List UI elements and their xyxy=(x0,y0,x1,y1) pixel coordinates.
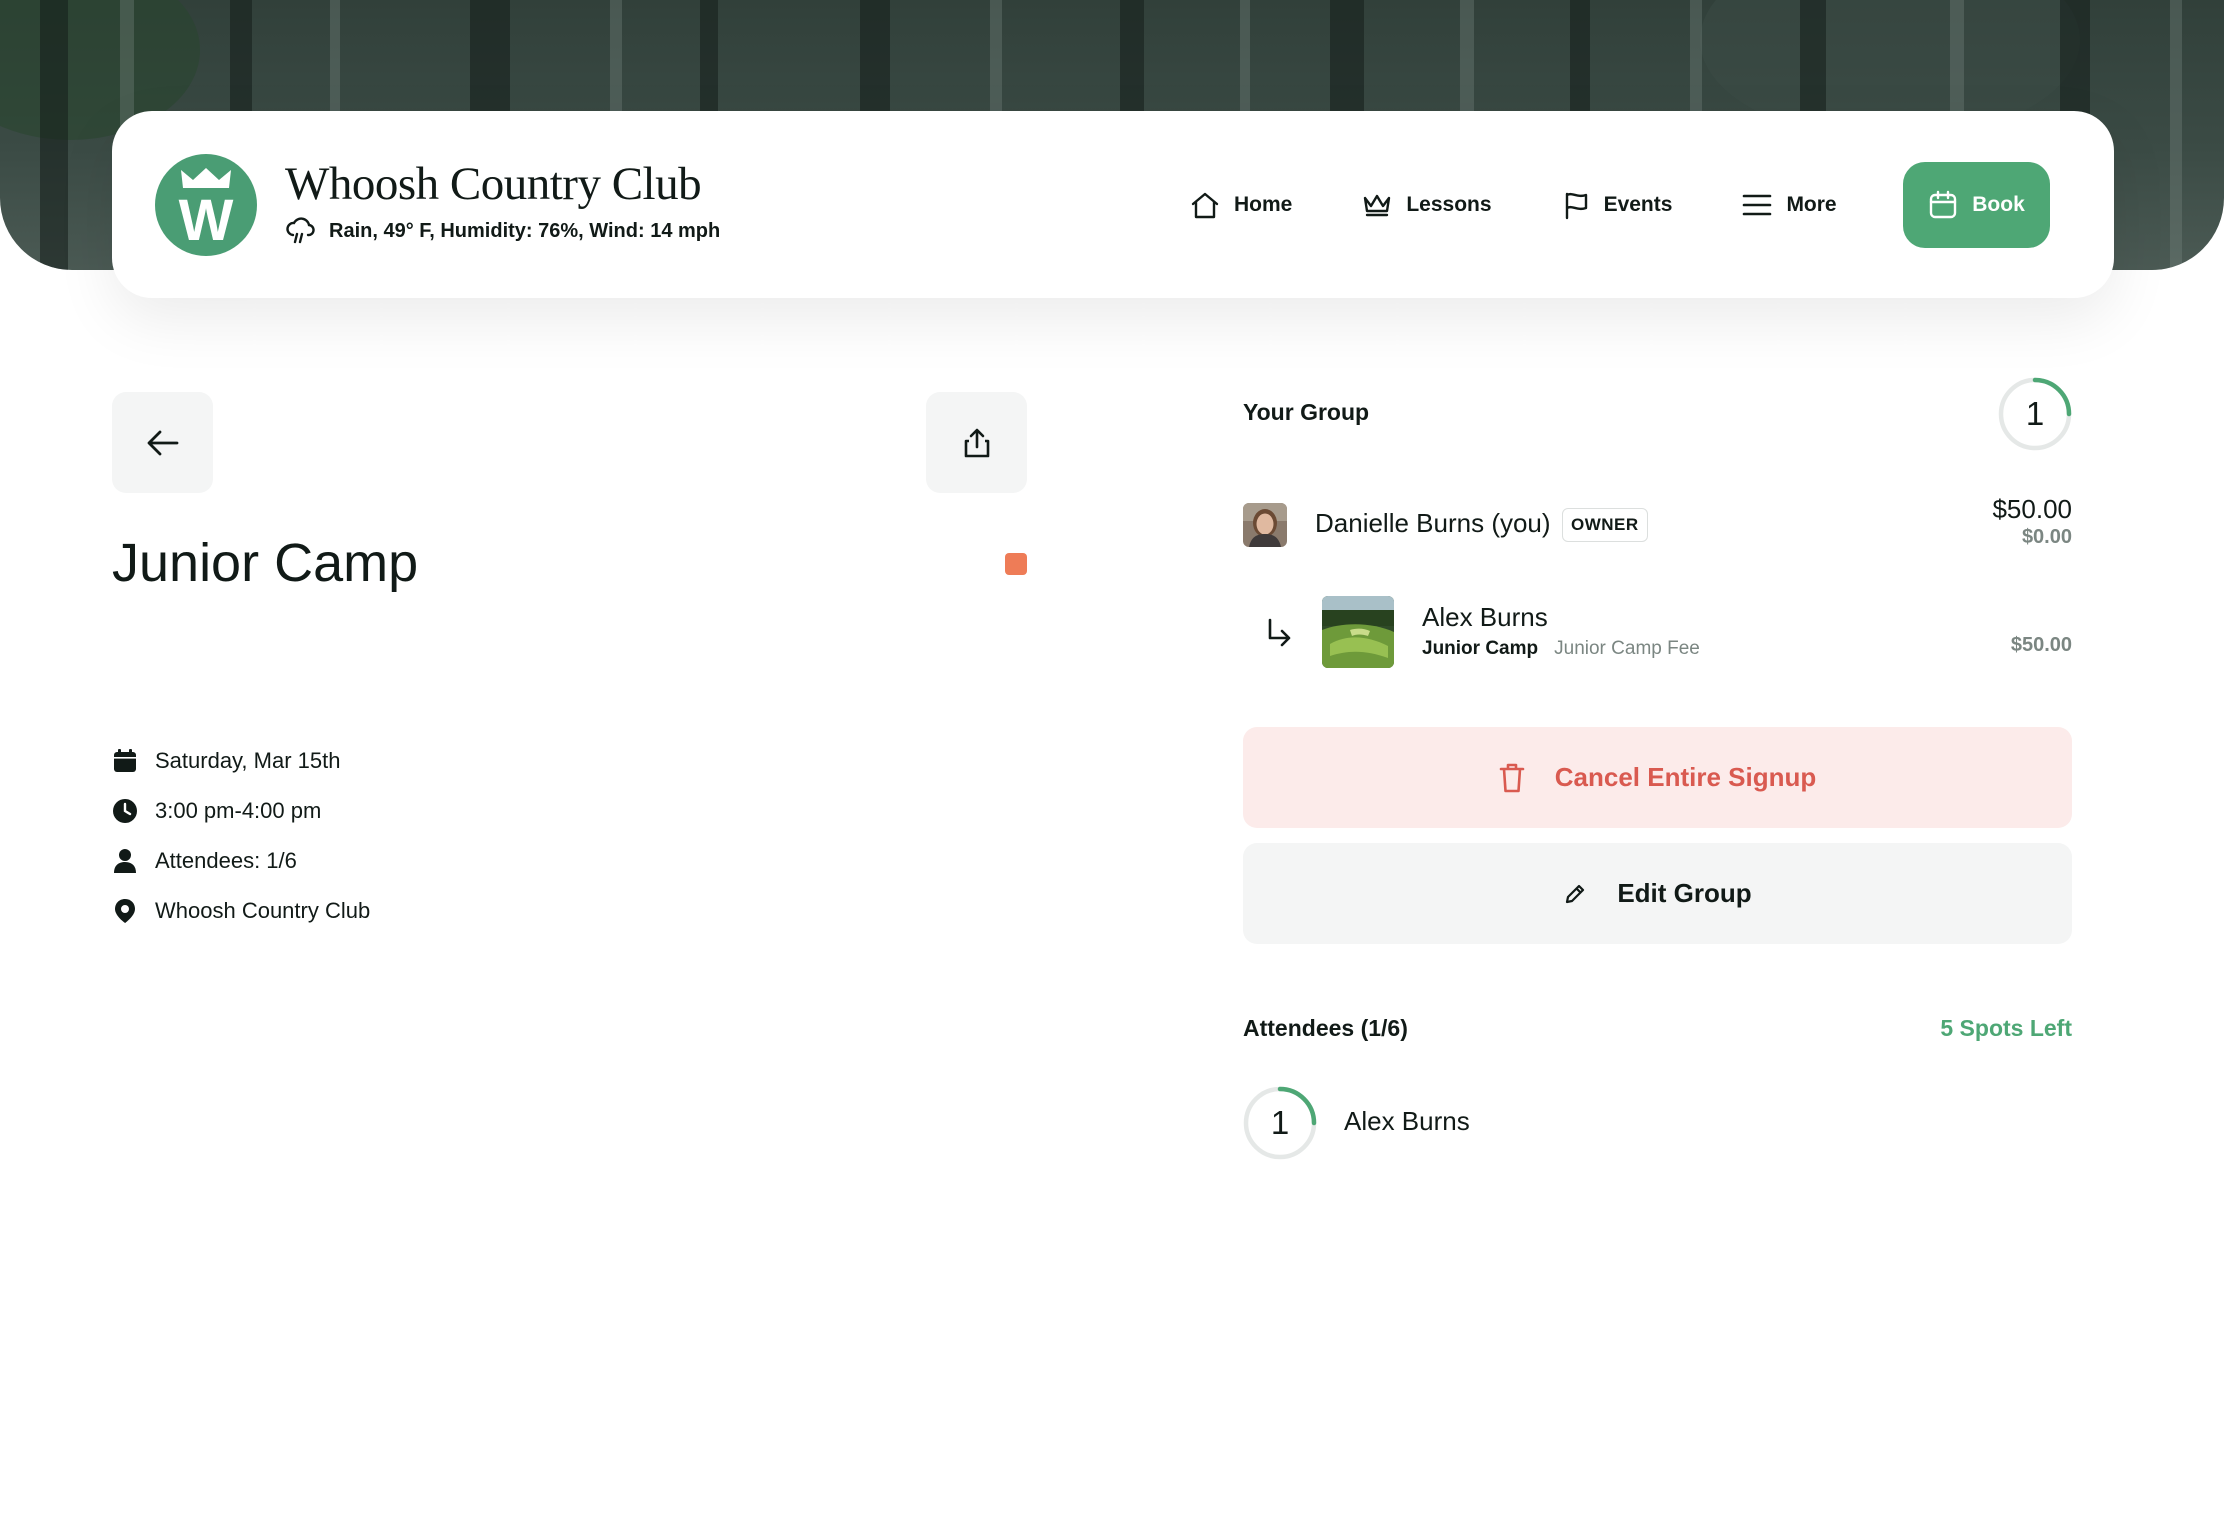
group-member-row[interactable]: Alex Burns Junior Camp Junior Camp Fee $… xyxy=(1243,596,2072,670)
event-title: Junior Camp xyxy=(112,533,419,593)
list-item[interactable]: 1 Alex Burns xyxy=(1243,1086,2072,1160)
member-event-line: Junior Camp Junior Camp Fee xyxy=(1422,638,1700,660)
share-icon xyxy=(964,428,989,457)
arrow-left-icon xyxy=(147,430,178,455)
club-logo[interactable]: W xyxy=(155,154,257,256)
attendee-name: Alex Burns xyxy=(1344,1106,1470,1136)
rain-cloud-icon xyxy=(286,217,315,244)
location-pin-icon xyxy=(115,899,135,923)
member-name: Alex Burns xyxy=(1422,602,1548,632)
calendar-icon xyxy=(1930,190,1957,219)
back-button[interactable] xyxy=(112,392,213,493)
your-group-label: Your Group xyxy=(1243,399,1370,425)
svg-text:W: W xyxy=(179,188,234,244)
club-name[interactable]: Whoosh Country Club xyxy=(285,157,702,211)
owner-badge: OWNER xyxy=(1562,508,1648,542)
attendee-number-ring: 1 xyxy=(1243,1086,1317,1160)
event-details: Saturday, Mar 15th 3:00 pm-4:00 pm Atten… xyxy=(112,736,370,936)
pencil-icon xyxy=(1566,884,1585,903)
weather-text: Rain, 49° F, Humidity: 76%, Wind: 14 mph xyxy=(329,219,721,242)
trash-icon xyxy=(1499,763,1525,792)
book-button[interactable]: Book xyxy=(1903,162,2050,248)
event-thumbnail xyxy=(1322,596,1394,668)
group-count-ring: 1 xyxy=(1998,377,2072,451)
calendar-icon xyxy=(114,749,136,772)
event-attendees: Attendees: 1/6 xyxy=(112,836,370,886)
home-icon xyxy=(1191,192,1219,219)
clock-icon xyxy=(113,799,137,823)
member-event: Junior Camp xyxy=(1422,638,1539,659)
attendees-label: Attendees (1/6) xyxy=(1243,1015,1408,1041)
crown-w-icon: W xyxy=(179,168,234,244)
nav-lessons[interactable]: Lessons xyxy=(1362,192,1492,218)
event-color-indicator xyxy=(1005,553,1027,575)
owner-price-sub: $0.00 xyxy=(2021,526,2072,548)
site-header: W Whoosh Country Club Rain, 49° F, Humid… xyxy=(112,111,2114,298)
member-fee: Junior Camp Fee xyxy=(1554,638,1700,659)
menu-icon xyxy=(1743,194,1772,216)
group-count: 1 xyxy=(2025,395,2045,432)
sub-arrow-icon xyxy=(1268,618,1291,647)
event-time: 3:00 pm-4:00 pm xyxy=(112,786,370,836)
edit-group-button[interactable]: Edit Group xyxy=(1243,843,2072,944)
member-price: $50.00 xyxy=(2010,634,2072,656)
nav-more[interactable]: More xyxy=(1742,193,1837,217)
attendee-number: 1 xyxy=(1270,1104,1290,1141)
person-icon xyxy=(114,849,136,873)
group-owner-row[interactable]: Danielle Burns (you) OWNER $50.00 $0.00 xyxy=(1243,494,2072,570)
nav-home[interactable]: Home xyxy=(1190,191,1292,219)
owner-name: Danielle Burns (you) xyxy=(1315,508,1551,538)
cancel-signup-button[interactable]: Cancel Entire Signup xyxy=(1243,727,2072,828)
spots-left: 5 Spots Left xyxy=(1940,1015,2072,1041)
weather-info: Rain, 49° F, Humidity: 76%, Wind: 14 mph xyxy=(285,217,720,245)
nav-events[interactable]: Events xyxy=(1562,190,1672,220)
event-date: Saturday, Mar 15th xyxy=(112,736,370,786)
main-nav: Home Lessons Events More xyxy=(1190,161,1907,249)
flag-icon xyxy=(1565,192,1587,220)
share-button[interactable] xyxy=(926,392,1027,493)
avatar xyxy=(1243,503,1287,547)
event-location: Whoosh Country Club xyxy=(112,886,370,936)
owner-price: $50.00 xyxy=(1992,494,2072,524)
crown-icon xyxy=(1364,194,1391,217)
